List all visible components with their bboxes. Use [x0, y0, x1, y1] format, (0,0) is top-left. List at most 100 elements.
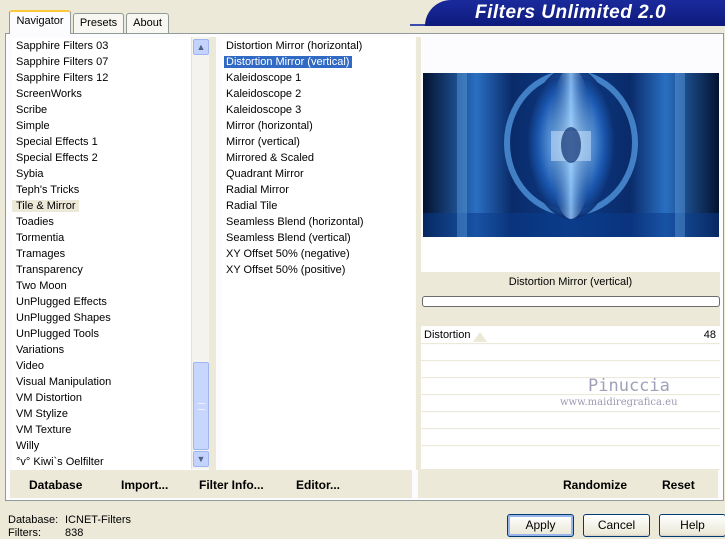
filter-item[interactable]: Distortion Mirror (horizontal) [222, 38, 415, 54]
category-item[interactable]: Tramages [12, 246, 191, 262]
category-item[interactable]: UnPlugged Effects [12, 294, 191, 310]
category-label: VM Stylize [16, 408, 68, 420]
category-label: Two Moon [16, 280, 67, 292]
category-label: Tramages [16, 248, 66, 260]
category-label: Simple [16, 120, 50, 132]
category-label: Sapphire Filters 07 [16, 56, 109, 68]
filter-item[interactable]: Kaleidoscope 2 [222, 86, 415, 102]
category-label: Visual Manipulation [16, 376, 112, 388]
help-button[interactable]: Help [659, 514, 725, 537]
category-list[interactable]: Sapphire Filters 03 Sapphire Filters 07 Sa… [12, 38, 191, 470]
category-label: Special Effects 1 [16, 136, 98, 148]
filter-label: Quadrant Mirror [226, 168, 304, 180]
filter-item[interactable]: Radial Mirror [222, 182, 415, 198]
filter-item[interactable]: Radial Tile [222, 198, 415, 214]
filter-item[interactable]: Seamless Blend (horizontal) [222, 214, 415, 230]
slider-pointer-icon[interactable] [473, 332, 487, 342]
filter-label: XY Offset 50% (positive) [226, 264, 346, 276]
category-label: ScreenWorks [16, 88, 82, 100]
scroll-thumb[interactable] [193, 362, 209, 450]
filter-item[interactable]: XY Offset 50% (positive) [222, 262, 415, 278]
filter-item[interactable]: Distortion Mirror (vertical) [222, 54, 415, 70]
category-item[interactable]: Transparency [12, 262, 191, 278]
category-item[interactable]: Special Effects 1 [12, 134, 191, 150]
editor-button[interactable]: Editor... [296, 478, 340, 492]
cancel-button[interactable]: Cancel [583, 514, 650, 537]
category-label: Transparency [16, 264, 83, 276]
filter-label: Distortion Mirror (vertical) [224, 56, 353, 68]
category-item[interactable]: UnPlugged Shapes [12, 310, 191, 326]
filter-item[interactable]: Mirror (horizontal) [222, 118, 415, 134]
category-label: VM Distortion [16, 392, 83, 404]
category-item[interactable]: VM Texture [12, 422, 191, 438]
category-item[interactable]: Visual Manipulation [12, 374, 191, 390]
randomize-button[interactable]: Randomize [563, 478, 627, 492]
category-item[interactable]: Sapphire Filters 03 [12, 38, 191, 54]
filter-item[interactable]: Seamless Blend (vertical) [222, 230, 415, 246]
category-item[interactable]: Simple [12, 118, 191, 134]
param-row[interactable]: Distortion 48 [421, 327, 720, 344]
category-item[interactable]: Two Moon [12, 278, 191, 294]
filter-info-button[interactable]: Filter Info... [199, 478, 264, 492]
category-scrollbar[interactable]: ▲ ▼ [191, 37, 209, 469]
category-label: Sapphire Filters 12 [16, 72, 109, 84]
category-item[interactable]: VM Stylize [12, 406, 191, 422]
filter-label: Seamless Blend (horizontal) [226, 216, 364, 228]
category-item[interactable]: Sapphire Filters 12 [12, 70, 191, 86]
filter-item[interactable]: XY Offset 50% (negative) [222, 246, 415, 262]
filter-item[interactable]: Kaleidoscope 1 [222, 70, 415, 86]
param-label: Distortion [424, 329, 471, 341]
preview-graphic [423, 73, 719, 237]
category-item[interactable]: Tormentia [12, 230, 191, 246]
category-item[interactable]: Variations [12, 342, 191, 358]
filter-label: Kaleidoscope 2 [226, 88, 302, 100]
category-item[interactable]: Special Effects 2 [12, 150, 191, 166]
reset-button[interactable]: Reset [662, 478, 695, 492]
category-item[interactable]: VM Distortion [12, 390, 191, 406]
filter-item[interactable]: Mirror (vertical) [222, 134, 415, 150]
filter-item[interactable]: Kaleidoscope 3 [222, 102, 415, 118]
category-item[interactable]: Sapphire Filters 07 [12, 54, 191, 70]
tab-presets[interactable]: Presets [73, 13, 124, 33]
filter-label: Mirror (horizontal) [226, 120, 313, 132]
category-label: Sapphire Filters 03 [16, 40, 109, 52]
category-item[interactable]: Sybia [12, 166, 191, 182]
category-item[interactable]: Scribe [12, 102, 191, 118]
tab-about[interactable]: About [126, 13, 169, 33]
filters-count-label: Filters: [8, 527, 41, 539]
category-label: Variations [16, 344, 65, 356]
toolbar-divider [412, 470, 418, 498]
category-label: Toadies [16, 216, 54, 228]
import-button[interactable]: Import... [121, 478, 168, 492]
category-label: Scribe [16, 104, 48, 116]
column-divider [209, 37, 216, 470]
category-item[interactable]: Willy [12, 438, 191, 454]
category-label: Video [16, 360, 44, 372]
scroll-down-icon[interactable]: ▼ [193, 451, 209, 467]
category-item[interactable]: Video [12, 358, 191, 374]
preview-image [423, 73, 719, 237]
filter-label: Mirrored & Scaled [226, 152, 315, 164]
watermark-title: Pinuccia [588, 376, 670, 396]
tab-navigator[interactable]: Navigator [9, 10, 71, 34]
category-item[interactable]: UnPlugged Tools [12, 326, 191, 342]
database-button[interactable]: Database [29, 478, 82, 492]
category-label: °v° Kiwi`s Oelfilter [16, 456, 104, 468]
filter-item[interactable]: Mirrored & Scaled [222, 150, 415, 166]
category-item[interactable]: Tile & Mirror [12, 198, 191, 214]
category-label: Teph's Tricks [16, 184, 80, 196]
filter-item[interactable]: Quadrant Mirror [222, 166, 415, 182]
scroll-up-icon[interactable]: ▲ [193, 39, 209, 55]
watermark-url: www.maidiregrafica.eu [560, 397, 678, 408]
category-label: Sybia [16, 168, 44, 180]
param-row-empty [421, 362, 720, 378]
filter-list[interactable]: Distortion Mirror (horizontal) Distortion… [222, 38, 415, 470]
apply-button[interactable]: Apply [507, 514, 574, 537]
category-item[interactable]: Teph's Tricks [12, 182, 191, 198]
param-row-empty [421, 345, 720, 361]
filter-label: Radial Mirror [226, 184, 289, 196]
category-item[interactable]: ScreenWorks [12, 86, 191, 102]
preview-spacer [421, 238, 720, 272]
category-item[interactable]: °v° Kiwi`s Oelfilter [12, 454, 191, 470]
category-item[interactable]: Toadies [12, 214, 191, 230]
